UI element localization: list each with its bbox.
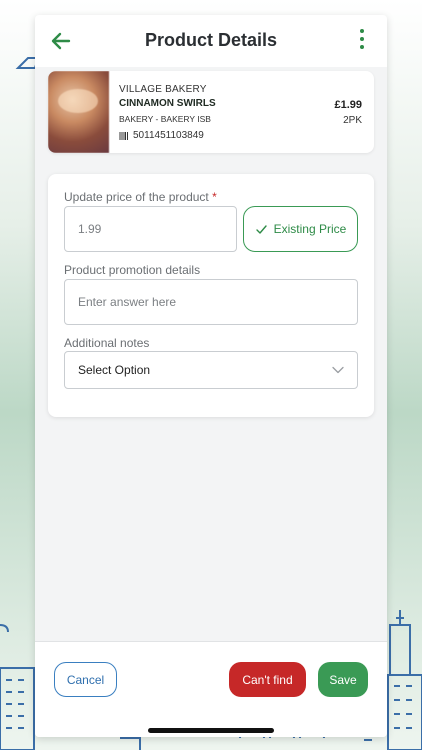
- price-label: Update price of the product *: [64, 190, 217, 204]
- product-brand: VILLAGE BAKERY: [119, 84, 207, 95]
- price-label-text: Update price of the product: [64, 190, 209, 204]
- notes-select[interactable]: Select Option: [64, 351, 358, 389]
- barcode-icon: [119, 131, 128, 140]
- product-category: BAKERY - BAKERY ISB: [119, 114, 211, 124]
- product-price: £1.99: [334, 99, 362, 111]
- cancel-button[interactable]: Cancel: [54, 662, 117, 697]
- product-pack-size: 2PK: [343, 115, 362, 126]
- promotion-label: Product promotion details: [64, 263, 201, 277]
- product-name: CINNAMON SWIRLS: [119, 98, 216, 109]
- header: Product Details: [35, 15, 387, 67]
- more-vertical-icon[interactable]: [357, 29, 367, 53]
- page-title: Product Details: [144, 30, 278, 50]
- action-footer: Cancel Can't find Save: [35, 641, 387, 737]
- price-input[interactable]: 1.99: [64, 206, 237, 252]
- check-icon: [255, 224, 267, 234]
- chevron-down-icon: [332, 366, 344, 374]
- notes-label: Additional notes: [64, 336, 150, 350]
- price-input-value: 1.99: [78, 222, 102, 236]
- existing-price-label: Existing Price: [273, 222, 347, 236]
- notes-selected-value: Select Option: [78, 363, 151, 377]
- barcode-number: 5011451103849: [133, 130, 204, 141]
- product-barcode: 5011451103849: [119, 130, 204, 141]
- required-marker: *: [212, 190, 217, 204]
- promotion-input[interactable]: Enter answer here: [64, 279, 358, 325]
- product-details-card: Product Details VILLAGE BAKERY CINNAMON …: [35, 15, 387, 737]
- product-image: [48, 71, 109, 153]
- home-indicator: [148, 728, 274, 733]
- promotion-placeholder: Enter answer here: [78, 295, 177, 309]
- cant-find-button[interactable]: Can't find: [229, 662, 306, 697]
- product-summary: VILLAGE BAKERY CINNAMON SWIRLS BAKERY - …: [48, 71, 374, 153]
- existing-price-button[interactable]: Existing Price: [243, 206, 358, 252]
- price-update-form: Update price of the product * 1.99 Exist…: [48, 174, 374, 417]
- save-button[interactable]: Save: [318, 662, 368, 697]
